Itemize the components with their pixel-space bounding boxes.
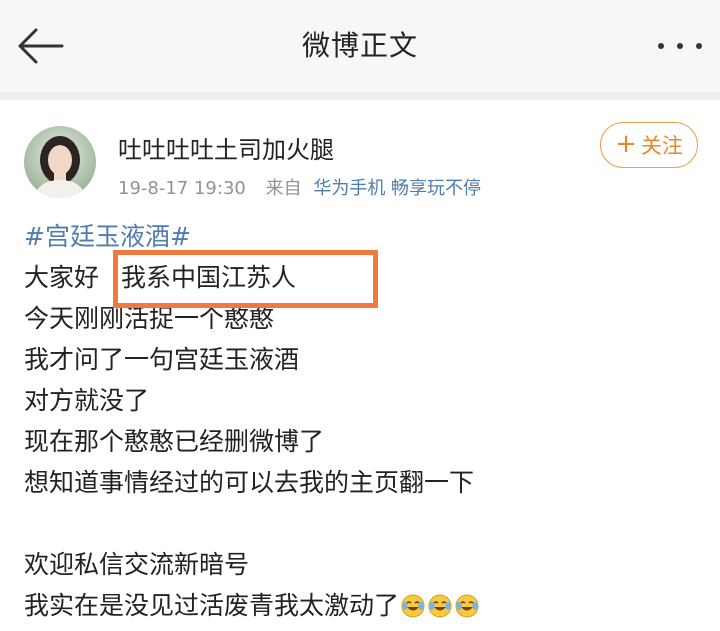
avatar[interactable]	[24, 126, 96, 198]
page-title: 微博正文	[301, 29, 418, 62]
post-line: 我实在是没见过活废青我太激动了	[24, 591, 400, 620]
post-line: 欢迎私信交流新暗号	[24, 550, 250, 579]
header-divider	[0, 92, 720, 100]
post-time: 19-8-17 19:30	[118, 178, 246, 199]
hashtag-link[interactable]: #宫廷玉液酒#	[24, 222, 191, 251]
top-navigation-bar: 微博正文	[0, 0, 720, 92]
post-line: 我才问了一句宫廷玉液酒	[24, 345, 300, 374]
follow-label: 关注	[640, 134, 683, 158]
post-meta: 19-8-17 19:30 来自 华为手机 畅享玩不停	[118, 174, 481, 200]
emoji-group	[399, 591, 480, 620]
post-line: 大家好	[24, 263, 100, 292]
post-line: 想知道事情经过的可以去我的主页翻一下	[24, 468, 475, 497]
post-line: 对方就没了	[24, 386, 150, 415]
plus-icon: +	[615, 129, 637, 159]
laugh-cry-emoji-icon	[428, 594, 452, 618]
post-content: #宫廷玉液酒# 大家好 我系中国江苏人 今天刚刚活捉一个憨憨 我才问了一句宫廷玉液…	[24, 216, 704, 626]
post-source-link[interactable]: 华为手机 畅享玩不停	[313, 178, 481, 199]
more-dots-icon[interactable]	[658, 28, 702, 64]
follow-button[interactable]: + 关注	[600, 122, 698, 168]
post-line: 今天刚刚活捉一个憨憨	[24, 304, 275, 333]
author-name[interactable]: 吐吐吐吐土司加火腿	[118, 130, 334, 165]
post-line: 现在那个憨憨已经删微博了	[24, 427, 325, 456]
source-prefix: 来自	[265, 178, 302, 199]
highlighted-text: 我系中国江苏人	[121, 263, 297, 292]
laugh-cry-emoji-icon	[401, 594, 425, 618]
laugh-cry-emoji-icon	[455, 594, 479, 618]
